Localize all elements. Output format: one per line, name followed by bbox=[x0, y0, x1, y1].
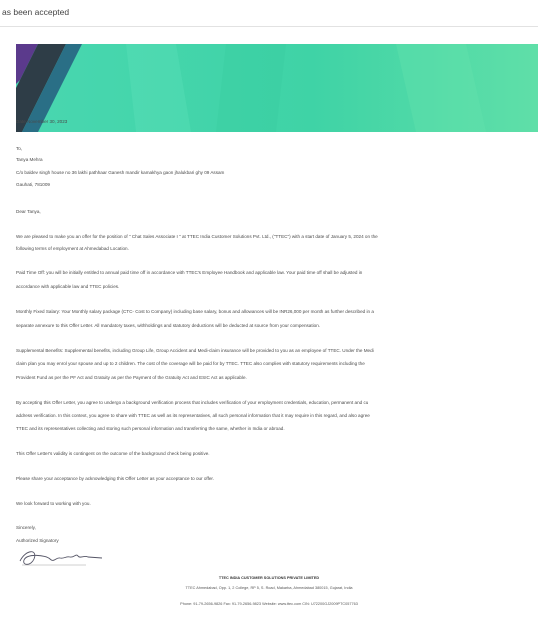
letter-date: Date November 30, 2023 bbox=[16, 119, 68, 124]
intro-line-2: following terms of employment at Ahmedab… bbox=[16, 246, 129, 251]
benefits-line-3: Provident Fund as per the PF Act and Gra… bbox=[16, 375, 247, 380]
offer-letter: Date November 30, 2023 To, Tanya Mehra C… bbox=[0, 27, 538, 626]
recipient-address-line-2: Gauhati, 781009 bbox=[16, 182, 50, 187]
validity-statement: This Offer Letter's validity is continge… bbox=[16, 451, 210, 456]
signatory-label: Authorized Signatory bbox=[16, 538, 59, 543]
pto-line-1: Paid Time Off: you will be initially ent… bbox=[16, 270, 363, 275]
background-check-line-3: TTEC and its representatives collecting … bbox=[16, 426, 285, 431]
intro-line-1: We are pleased to make you an offer for … bbox=[16, 234, 378, 239]
salary-line-2: separate annexure to this Offer Letter. … bbox=[16, 323, 321, 328]
background-check-line-1: By accepting this Offer Letter, you agre… bbox=[16, 400, 369, 405]
status-message: as been accepted bbox=[2, 7, 70, 17]
footer-contact: Phone: 91-79-2656-9826 Fax: 91-79-2656-9… bbox=[180, 602, 358, 606]
salutation: Dear Tanya, bbox=[16, 209, 41, 214]
background-check-line-2: address verification. In this context, y… bbox=[16, 413, 370, 418]
acceptance-request: Please share your acceptance by acknowle… bbox=[16, 476, 214, 481]
benefits-line-2: claim plan you may enrol your spouse and… bbox=[16, 361, 365, 366]
handwritten-signature bbox=[19, 551, 103, 566]
notification-bar: as been accepted bbox=[0, 0, 538, 27]
to-label: To, bbox=[16, 146, 23, 151]
recipient-address-line-1: C/o baldev singh house no 36 lakhi pathh… bbox=[16, 170, 225, 175]
salary-line-1: Monthly Fixed Salary: Your Monthly salar… bbox=[16, 309, 374, 314]
footer-company-name: TTEC INDIA CUSTOMER SOLUTIONS PRIVATE LI… bbox=[218, 576, 320, 580]
letterhead-banner bbox=[16, 44, 538, 132]
closing-line: We look forward to working with you. bbox=[16, 501, 91, 506]
sincerely: Sincerely, bbox=[16, 525, 36, 530]
recipient-name: Tanya Mehra bbox=[16, 157, 43, 162]
footer-address: TTEC Ahmedabad, Opp. 1, 2 College, RP 5,… bbox=[185, 586, 353, 590]
benefits-line-1: Supplemental Benefits: Supplemental bene… bbox=[16, 348, 374, 353]
pto-line-2: accordance with applicable law and TTEC … bbox=[16, 284, 120, 289]
